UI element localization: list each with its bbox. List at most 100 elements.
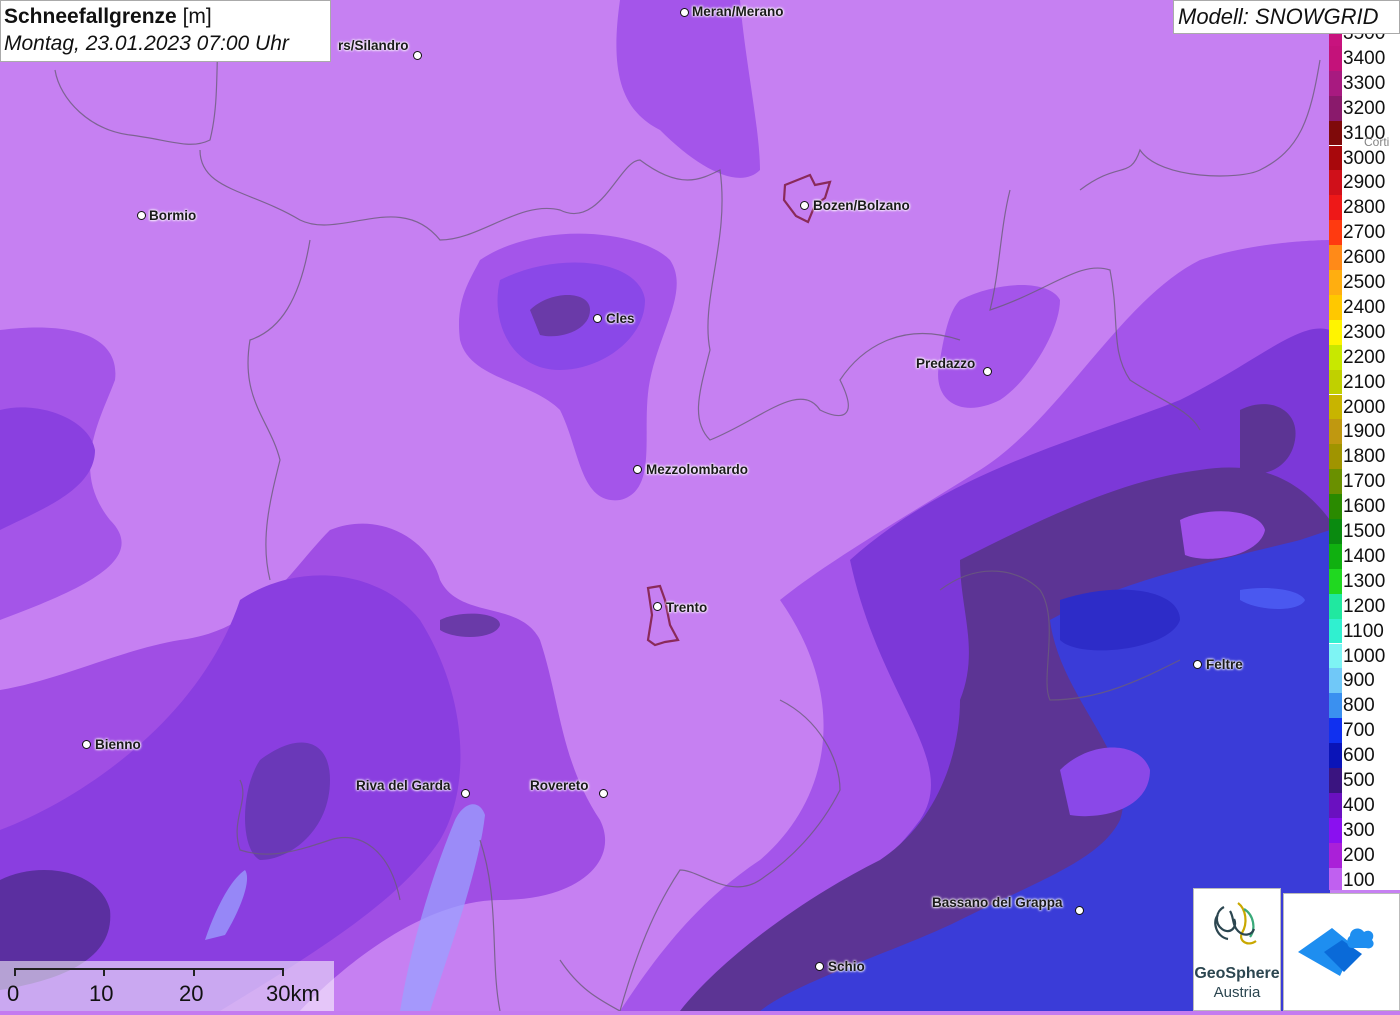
legend-label: 3500	[1343, 34, 1385, 44]
city-label-rovereto: Rovereto	[530, 778, 589, 793]
city-label-mezzolombardo: Mezzolombardo	[646, 462, 749, 477]
legend-entry: 2400	[1329, 294, 1400, 320]
legend-swatch	[1329, 693, 1342, 719]
legend-label: 1000	[1343, 645, 1386, 667]
model-label: Modell: SNOWGRID	[1173, 0, 1400, 34]
legend-swatch	[1329, 643, 1342, 669]
city-dot	[599, 789, 608, 798]
app-logo[interactable]	[1283, 893, 1400, 1011]
legend-label: 900	[1343, 670, 1375, 692]
legend-swatch	[1329, 568, 1342, 594]
legend-swatch	[1329, 768, 1342, 793]
legend-swatch	[1329, 444, 1342, 470]
legend-swatch	[1329, 494, 1342, 519]
legend-swatch	[1329, 220, 1342, 246]
legend-label: 400	[1343, 794, 1375, 816]
snow-mountain-icon	[1298, 928, 1374, 976]
legend-entry: 200	[1329, 842, 1400, 868]
legend-swatch	[1329, 270, 1342, 295]
legend-entry: 2600	[1329, 245, 1400, 270]
legend-label: 1600	[1343, 496, 1386, 518]
legend-entry: 1200	[1329, 593, 1400, 619]
city-dot	[461, 789, 470, 798]
map-title: Schneefallgrenze [m]	[4, 5, 212, 28]
legend-swatch	[1329, 344, 1342, 370]
city-dot	[413, 51, 422, 60]
legend-entry: 600	[1329, 743, 1400, 768]
legend-swatch	[1329, 419, 1342, 445]
legend-entry: 300	[1329, 817, 1400, 843]
legend-entry: 1300	[1329, 568, 1400, 594]
legend-entry: 1900	[1329, 419, 1400, 445]
city-label-meran: Meran/Merano	[692, 4, 784, 19]
legend-swatch	[1329, 867, 1342, 890]
legend-label: 2700	[1343, 222, 1386, 244]
legend-swatch	[1329, 34, 1342, 46]
legend-entry: 900	[1329, 668, 1400, 694]
legend-swatch	[1329, 668, 1342, 694]
map-title-box: Schneefallgrenze [m] Montag, 23.01.2023 …	[0, 0, 331, 62]
legend-entry: 1800	[1329, 444, 1400, 470]
legend-label: 1300	[1343, 570, 1386, 592]
scale-bar: 0 10 20 30km	[0, 961, 334, 1011]
legend-swatch	[1329, 469, 1342, 495]
legend-swatch	[1329, 519, 1342, 544]
legend-label: 1700	[1343, 471, 1386, 493]
legend-entry: 1400	[1329, 543, 1400, 569]
legend-swatch	[1329, 95, 1342, 121]
snowline-map[interactable]	[0, 0, 1400, 1011]
legend-label: 700	[1343, 720, 1375, 742]
legend-label: 2800	[1343, 197, 1386, 219]
scale-tick	[282, 968, 284, 976]
legend-entry: 1100	[1329, 618, 1400, 644]
city-dot	[593, 314, 602, 323]
legend-entry: 3400	[1329, 45, 1400, 71]
legend-entry: 3200	[1329, 95, 1400, 121]
legend-entry: 2000	[1329, 394, 1400, 420]
city-dot	[1193, 660, 1202, 669]
geosphere-logo[interactable]: GeoSphere Austria	[1193, 888, 1281, 1011]
legend-label: 2500	[1343, 272, 1386, 293]
color-legend: 3500340033003200310030002900280027002600…	[1329, 34, 1400, 890]
legend-label: 2600	[1343, 247, 1386, 269]
legend-label: 500	[1343, 770, 1375, 791]
legend-swatch	[1329, 195, 1342, 221]
city-dot	[1075, 906, 1084, 915]
scale-tick	[14, 968, 16, 976]
city-label-feltre: Feltre	[1206, 657, 1243, 672]
legend-label: 2200	[1343, 346, 1386, 368]
city-label-bolzano: Bozen/Bolzano	[813, 198, 910, 213]
legend-label: 1500	[1343, 521, 1386, 542]
city-dot	[137, 211, 146, 220]
geosphere-emblem-icon	[1214, 902, 1257, 945]
city-label-bassano: Bassano del Grappa	[932, 895, 1063, 910]
legend-label: 1900	[1343, 421, 1386, 443]
scale-label: 20	[179, 981, 204, 1006]
legend-label: 100	[1343, 869, 1375, 890]
legend-label: 3300	[1343, 72, 1386, 94]
city-label-bienno: Bienno	[95, 737, 141, 752]
legend-label: 2900	[1343, 172, 1386, 194]
legend-swatch	[1329, 842, 1342, 868]
city-dot	[653, 602, 662, 611]
legend-swatch	[1329, 394, 1342, 420]
legend-swatch	[1329, 45, 1342, 71]
legend-entry: 1700	[1329, 469, 1400, 495]
city-dot	[82, 740, 91, 749]
city-label-predazzo: Predazzo	[916, 356, 976, 371]
legend-swatch	[1329, 792, 1342, 818]
legend-entry: 1000	[1329, 643, 1400, 669]
legend-entry: 1500	[1329, 519, 1400, 544]
scale-label: 0	[7, 981, 20, 1006]
legend-entry: 2700	[1329, 220, 1400, 246]
city-label-trento: Trento	[666, 600, 708, 615]
legend-label: 800	[1343, 695, 1375, 717]
legend-label: 3000	[1343, 147, 1386, 169]
legend-swatch	[1329, 369, 1342, 395]
legend-swatch	[1329, 743, 1342, 768]
legend-label: 1100	[1343, 620, 1384, 642]
legend-entry: 2300	[1329, 319, 1400, 345]
legend-label: 1400	[1343, 545, 1386, 567]
legend-label: 600	[1343, 745, 1375, 767]
legend-label: 3400	[1343, 47, 1386, 69]
